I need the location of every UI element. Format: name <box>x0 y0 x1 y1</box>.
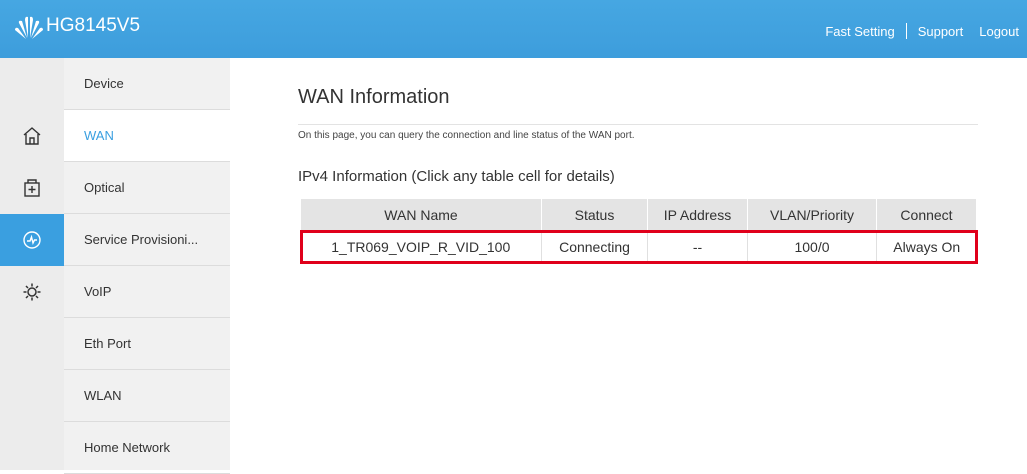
rail-status[interactable] <box>0 214 64 266</box>
sidebar-menu: Device WAN Optical Service Provisioni...… <box>64 58 230 474</box>
title-divider <box>298 124 978 125</box>
column-header-wan-name: WAN Name <box>300 198 542 231</box>
active-section-pointer <box>64 230 74 256</box>
rail-settings[interactable] <box>0 266 64 318</box>
column-header-status: Status <box>541 198 648 231</box>
section-title: IPv4 Information (Click any table cell f… <box>298 168 615 185</box>
column-header-connect: Connect <box>876 198 977 231</box>
home-icon <box>23 127 41 145</box>
sidebar-item-device[interactable]: Device <box>64 58 230 110</box>
cell-status[interactable]: Connecting <box>541 230 648 263</box>
table-header-row: WAN Name Status IP Address VLAN/Priority… <box>300 198 977 231</box>
sidebar-item-voip[interactable]: VoIP <box>64 266 230 318</box>
device-model-title: HG8145V5 <box>46 15 141 36</box>
fast-setting-link[interactable]: Fast Setting <box>825 24 894 39</box>
cell-vlan-priority[interactable]: 100/0 <box>747 230 877 263</box>
support-link[interactable]: Support <box>918 24 964 39</box>
cell-ip-address[interactable]: -- <box>647 230 748 263</box>
rail-add[interactable] <box>0 162 64 214</box>
status-gauge-icon <box>23 231 41 249</box>
page-description: On this page, you can query the connecti… <box>298 130 635 141</box>
column-header-ip-address: IP Address <box>647 198 748 231</box>
main-content: WAN Information On this page, you can qu… <box>230 58 1027 470</box>
gear-icon <box>23 283 41 301</box>
sidebar-item-home-network[interactable]: Home Network <box>64 422 230 474</box>
add-box-icon <box>24 179 40 197</box>
rail-home[interactable] <box>0 110 64 162</box>
cell-wan-name[interactable]: 1_TR069_VOIP_R_VID_100 <box>300 230 542 263</box>
sidebar-item-wlan[interactable]: WLAN <box>64 370 230 422</box>
sidebar-item-optical[interactable]: Optical <box>64 162 230 214</box>
column-header-vlan-priority: VLAN/Priority <box>747 198 877 231</box>
sidebar-item-eth-port[interactable]: Eth Port <box>64 318 230 370</box>
sidebar-item-wan[interactable]: WAN <box>64 110 230 162</box>
cell-connect[interactable]: Always On <box>877 231 977 263</box>
page-title: WAN Information <box>298 86 450 108</box>
sidebar-item-service-provisioning[interactable]: Service Provisioni... <box>64 214 230 266</box>
link-divider <box>905 23 907 39</box>
icon-rail <box>0 58 64 470</box>
top-header-bar: HG8145V5 Fast Setting Support Logout <box>0 0 1027 58</box>
huawei-logo-icon <box>15 16 43 39</box>
wan-info-table: WAN Name Status IP Address VLAN/Priority… <box>299 198 978 264</box>
table-row[interactable]: 1_TR069_VOIP_R_VID_100 Connecting -- 100… <box>299 229 978 264</box>
logout-link[interactable]: Logout <box>979 24 1019 39</box>
top-links: Fast Setting Support Logout <box>825 23 1019 39</box>
